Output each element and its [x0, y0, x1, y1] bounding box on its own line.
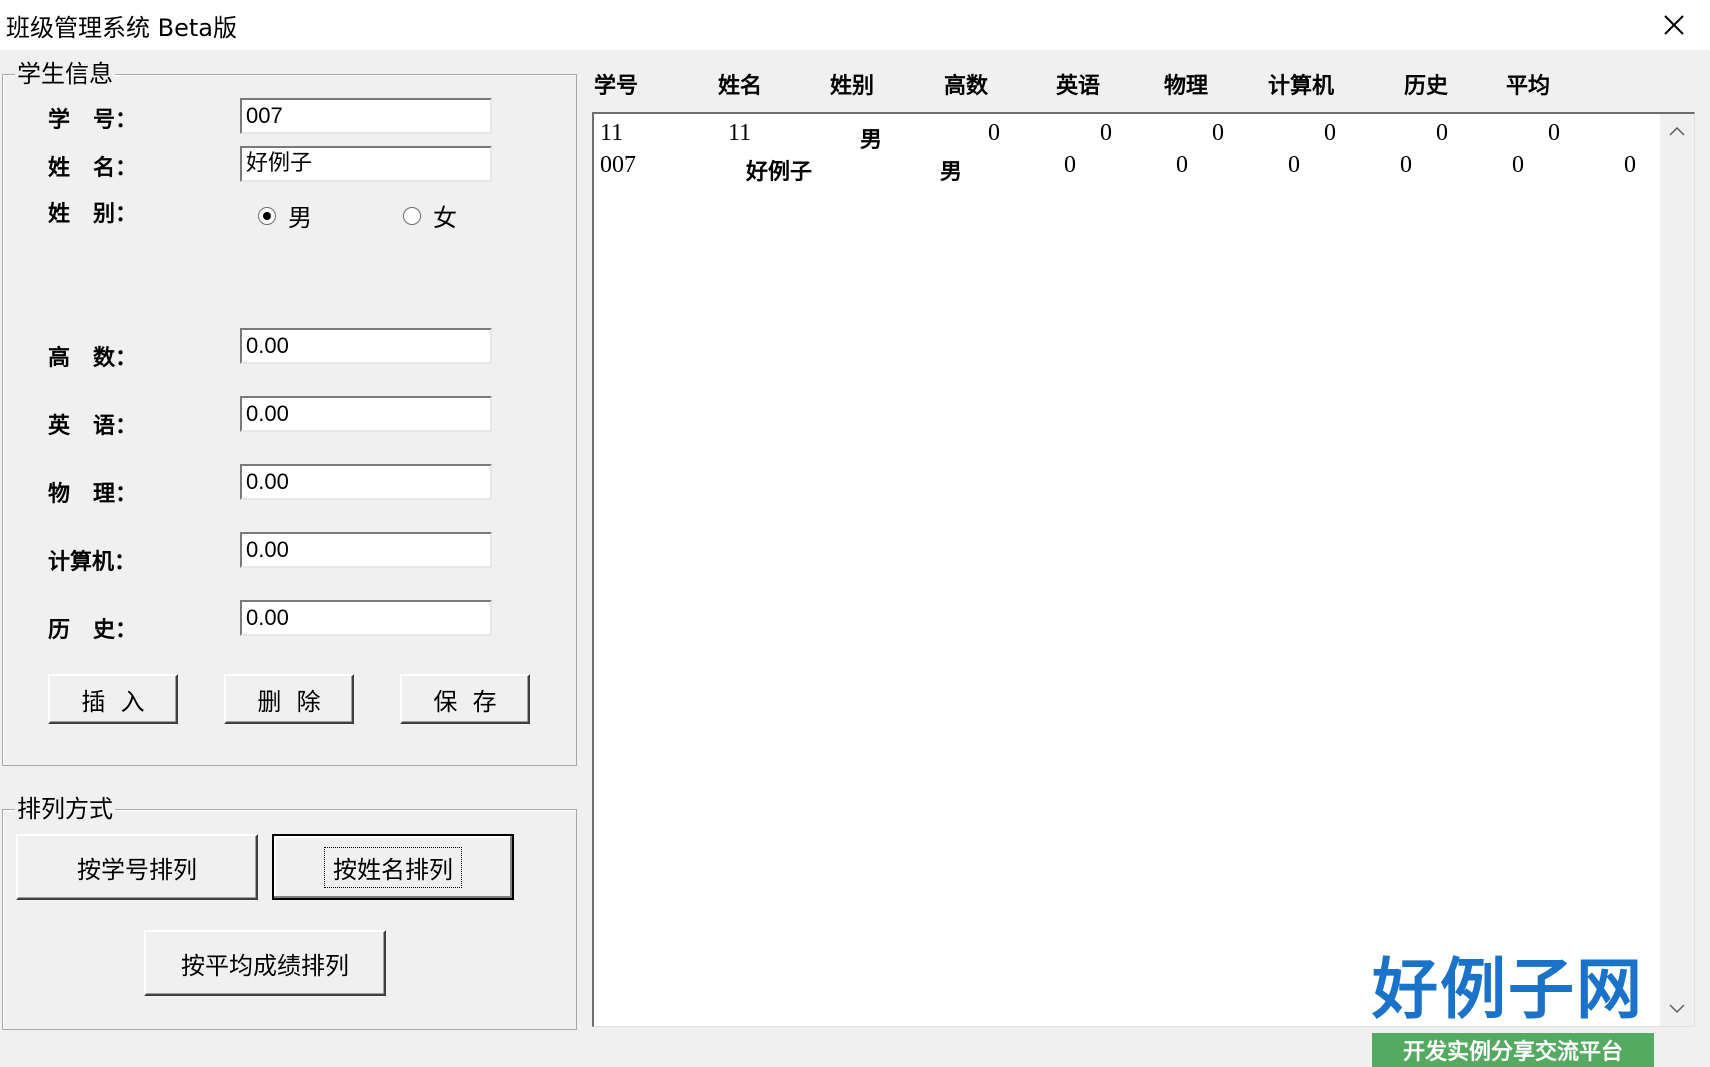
- scroll-up-button[interactable]: [1660, 114, 1694, 148]
- sort-by-id-button[interactable]: 按学号排列: [16, 834, 258, 900]
- gender-female-label: 女: [433, 204, 457, 232]
- close-button[interactable]: [1638, 0, 1710, 50]
- computer-field[interactable]: 0.00: [240, 532, 492, 568]
- save-button[interactable]: 保 存: [400, 674, 530, 724]
- history-field[interactable]: 0.00: [240, 600, 492, 636]
- row-id: 11: [600, 120, 624, 146]
- sort-legend: 排列方式: [17, 795, 113, 823]
- row-average: 0: [1624, 152, 1636, 178]
- row-physics: 0: [1212, 120, 1224, 146]
- list-item[interactable]: 11 11 男 0 0 0 0 0 0: [598, 120, 1658, 153]
- header-id: 学号: [594, 74, 639, 99]
- row-name: 11: [728, 120, 752, 146]
- title-bar: 班级管理系统 Beta版: [0, 0, 1710, 50]
- header-computer: 计算机: [1268, 74, 1335, 99]
- sort-by-name-label: 按姓名排列: [324, 846, 462, 888]
- radio-selected-icon: [258, 206, 276, 225]
- row-gender: 男: [860, 128, 883, 153]
- sort-by-average-button[interactable]: 按平均成绩排列: [144, 930, 386, 996]
- chevron-up-icon: [1669, 126, 1685, 136]
- row-history: 0: [1512, 152, 1524, 178]
- row-computer: 0: [1400, 152, 1412, 178]
- header-physics: 物理: [1164, 74, 1209, 99]
- chevron-down-icon: [1669, 1004, 1685, 1014]
- row-math: 0: [988, 120, 1000, 146]
- physics-field[interactable]: 0.00: [240, 464, 492, 500]
- delete-button[interactable]: 删 除: [224, 674, 354, 724]
- gender-female-radio[interactable]: 女: [403, 198, 457, 233]
- client-area: 学生信息 学 号： 007 姓 名： 好例子 姓 别： 男 女 高 数： 0.0…: [0, 50, 1710, 1067]
- row-english: 0: [1176, 152, 1188, 178]
- gender-male-label: 男: [288, 204, 312, 232]
- header-gender: 姓别: [830, 74, 875, 99]
- vertical-scrollbar[interactable]: [1660, 114, 1694, 1026]
- radio-unselected-icon: [403, 206, 421, 225]
- row-gender: 男: [940, 160, 963, 185]
- list-item[interactable]: 007 好例子 男 0 0 0 0 0 0: [598, 152, 1658, 185]
- header-english: 英语: [1056, 74, 1101, 99]
- header-math: 高数: [944, 74, 989, 99]
- header-average: 平均: [1506, 74, 1551, 99]
- row-id: 007: [600, 152, 636, 178]
- math-label: 高 数：: [48, 346, 137, 371]
- insert-button[interactable]: 插 入: [48, 674, 178, 724]
- gender-male-radio[interactable]: 男: [258, 198, 312, 233]
- student-info-legend: 学生信息: [17, 60, 113, 88]
- student-listbox[interactable]: 11 11 男 0 0 0 0 0 0 007 好例子 男 0 0 0 0 0 …: [592, 112, 1695, 1027]
- row-math: 0: [1064, 152, 1076, 178]
- header-name: 姓名: [718, 74, 763, 99]
- window-title: 班级管理系统 Beta版: [6, 14, 237, 42]
- name-field[interactable]: 好例子: [240, 146, 492, 182]
- close-icon: [1664, 15, 1684, 35]
- id-field[interactable]: 007: [240, 98, 492, 134]
- english-field[interactable]: 0.00: [240, 396, 492, 432]
- english-label: 英 语：: [48, 414, 137, 439]
- row-name: 好例子: [746, 160, 813, 185]
- history-label: 历 史：: [48, 618, 137, 643]
- sort-by-name-button[interactable]: 按姓名排列: [272, 834, 514, 900]
- physics-label: 物 理：: [48, 482, 137, 507]
- header-history: 历史: [1404, 74, 1449, 99]
- id-label: 学 号：: [48, 108, 137, 133]
- name-label: 姓 名：: [48, 156, 137, 181]
- row-history: 0: [1436, 120, 1448, 146]
- row-computer: 0: [1324, 120, 1336, 146]
- scroll-down-button[interactable]: [1660, 992, 1694, 1026]
- computer-label: 计算机：: [48, 550, 137, 575]
- row-physics: 0: [1288, 152, 1300, 178]
- row-average: 0: [1548, 120, 1560, 146]
- math-field[interactable]: 0.00: [240, 328, 492, 364]
- watermark-subtitle: 开发实例分享交流平台: [1372, 1033, 1654, 1067]
- row-english: 0: [1100, 120, 1112, 146]
- gender-label: 姓 别：: [48, 202, 137, 227]
